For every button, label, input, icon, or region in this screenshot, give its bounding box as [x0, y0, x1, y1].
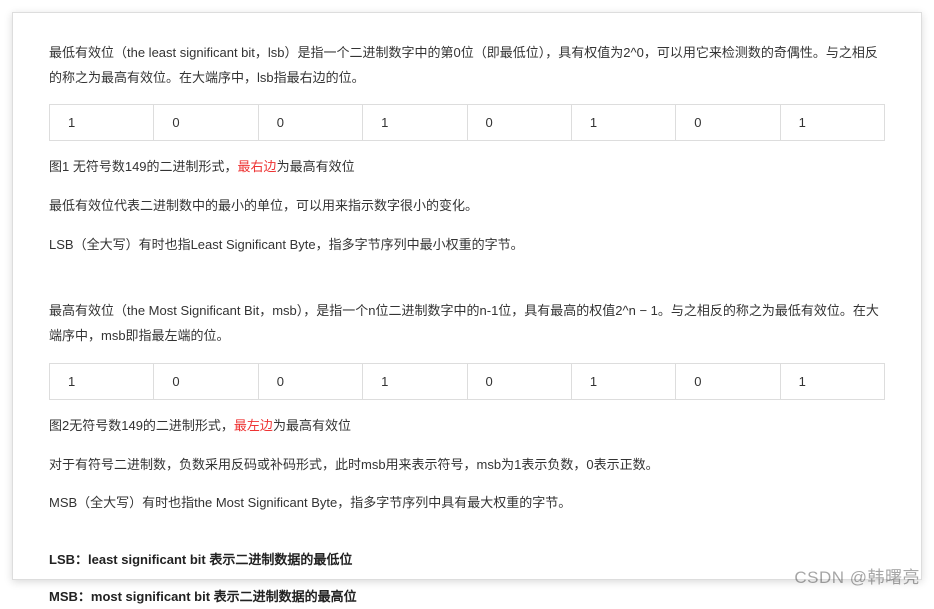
table-binary-2: 1 0 0 1 0 1 0 1: [49, 363, 885, 400]
figure1-caption: 图1 无符号数149的二进制形式，最右边为最高有效位: [49, 155, 885, 180]
table-row: 1 0 0 1 0 1 0 1: [50, 105, 885, 141]
cell: 0: [676, 105, 780, 141]
cell: 1: [571, 363, 675, 399]
cell: 0: [467, 363, 571, 399]
spacer: [49, 271, 885, 299]
article-body: 最低有效位（the least significant bit，lsb）是指一个…: [12, 12, 922, 580]
highlight-red: 最右边: [238, 159, 277, 174]
text: 为最高有效位: [277, 159, 355, 174]
cell: 1: [50, 105, 154, 141]
cell: 0: [154, 105, 258, 141]
cell: 1: [363, 363, 467, 399]
spacer: [49, 530, 885, 548]
cell: 0: [258, 105, 362, 141]
bold-lsb-definition: LSB：least significant bit 表示二进制数据的最低位: [49, 548, 885, 573]
figure2-caption: 图2无符号数149的二进制形式，最左边为最高有效位: [49, 414, 885, 439]
text: 图2无符号数149的二进制形式，: [49, 418, 234, 433]
cell: 0: [258, 363, 362, 399]
highlight-red: 最左边: [234, 418, 273, 433]
paragraph-lsb-byte: LSB（全大写）有时也指Least Significant Byte，指多字节序…: [49, 233, 885, 258]
paragraph-lsb-unit: 最低有效位代表二进制数中的最小的单位，可以用来指示数字很小的变化。: [49, 194, 885, 219]
cell: 0: [154, 363, 258, 399]
cell: 1: [363, 105, 467, 141]
cell: 0: [676, 363, 780, 399]
paragraph-msb-byte: MSB（全大写）有时也指the Most Significant Byte，指多…: [49, 491, 885, 516]
table-row: 1 0 0 1 0 1 0 1: [50, 363, 885, 399]
cell: 0: [467, 105, 571, 141]
cell: 1: [780, 363, 884, 399]
paragraph-lsb-intro: 最低有效位（the least significant bit，lsb）是指一个…: [49, 41, 885, 90]
cell: 1: [50, 363, 154, 399]
paragraph-signed: 对于有符号二进制数，负数采用反码或补码形式，此时msb用来表示符号，msb为1表…: [49, 453, 885, 478]
table-binary-1: 1 0 0 1 0 1 0 1: [49, 104, 885, 141]
paragraph-msb-intro: 最高有效位（the Most Significant Bit，msb），是指一个…: [49, 299, 885, 348]
cell: 1: [780, 105, 884, 141]
bold-msb-definition: MSB：most significant bit 表示二进制数据的最高位: [49, 585, 885, 609]
cell: 1: [571, 105, 675, 141]
text: 为最高有效位: [273, 418, 351, 433]
text: 图1 无符号数149的二进制形式，: [49, 159, 238, 174]
